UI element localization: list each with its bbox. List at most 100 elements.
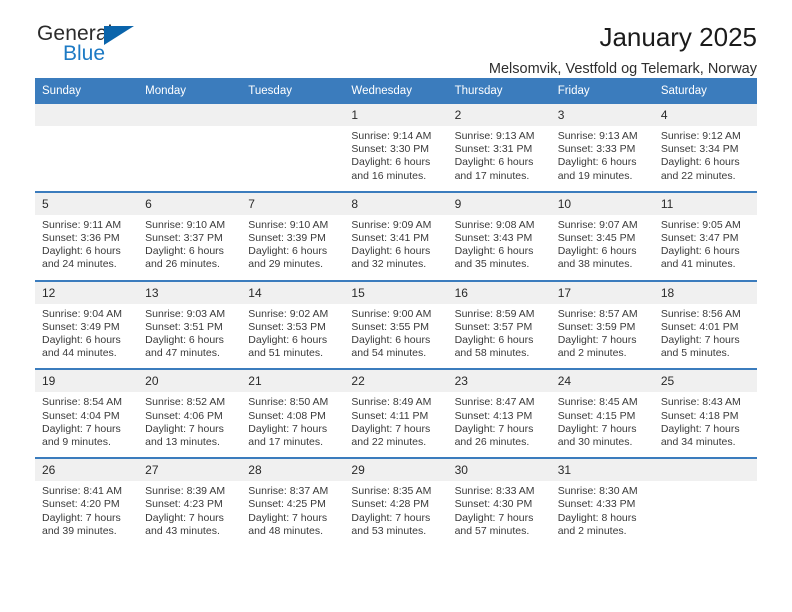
day-number-22[interactable]: 22 [344,370,447,392]
day-cell-8[interactable]: Sunrise: 9:09 AM Sunset: 3:41 PM Daylight:… [344,215,447,280]
weekday-header-tuesday: Tuesday [248,85,292,97]
day-number-7[interactable]: 7 [241,193,344,215]
weekday-header-sunday: Sunday [42,85,82,97]
day-detail-line: and 57 minutes. [454,524,530,537]
day-detail-line: Sunrise: 8:52 AM [145,396,226,409]
day-detail-line: and 30 minutes. [557,436,633,449]
day-detail-line: and 51 minutes. [248,347,323,360]
day-detail-line: Daylight: 6 hours [454,334,534,347]
day-number-1[interactable]: 1 [344,104,447,126]
day-cell-22[interactable]: Sunrise: 8:49 AM Sunset: 4:11 PM Daylight:… [344,392,447,457]
day-cell-18[interactable]: Sunrise: 8:56 AM Sunset: 4:01 PM Daylight:… [654,304,757,369]
day-cell-13[interactable]: Sunrise: 9:03 AM Sunset: 3:51 PM Daylight:… [138,304,241,369]
day-detail-line: and 35 minutes. [454,258,530,271]
day-number-15[interactable]: 15 [344,282,447,304]
day-number-26[interactable]: 26 [35,459,138,481]
day-detail-line: and 16 minutes. [351,169,427,182]
calendar-body: 1 2 3 4 Sunrise: 9:14 AM Sunset: 3:30 PM Dayli… [35,104,757,547]
day-detail-line: Sunrise: 8:49 AM [351,396,432,409]
day-number-13[interactable]: 13 [138,282,241,304]
day-number-31[interactable]: 31 [551,459,654,481]
day-cell-31[interactable]: Sunrise: 8:30 AM Sunset: 4:33 PM Daylight:… [551,481,654,546]
logo-triangle-icon [104,26,134,45]
day-cell-24[interactable]: Sunrise: 8:45 AM Sunset: 4:15 PM Daylight:… [551,392,654,457]
day-number-11[interactable]: 11 [654,193,757,215]
day-cell-23[interactable]: Sunrise: 8:47 AM Sunset: 4:13 PM Daylight:… [448,392,551,457]
day-detail-line: Daylight: 6 hours [351,245,431,258]
day-cell-26[interactable]: Sunrise: 8:41 AM Sunset: 4:20 PM Daylight:… [35,481,138,546]
day-detail-line: and 5 minutes. [660,347,730,360]
day-number-29[interactable]: 29 [344,459,447,481]
day-cell-19[interactable]: Sunrise: 8:54 AM Sunset: 4:04 PM Daylight:… [35,392,138,457]
day-number-24[interactable]: 24 [551,370,654,392]
day-cell-27[interactable]: Sunrise: 8:39 AM Sunset: 4:23 PM Daylight:… [138,481,241,546]
day-number-4[interactable]: 4 [654,104,757,126]
day-number-12[interactable]: 12 [35,282,138,304]
day-number-27[interactable]: 27 [138,459,241,481]
day-detail-line: Daylight: 7 hours [145,422,224,435]
weekday-header-monday: Monday [145,85,187,97]
day-detail-line: Sunset: 3:57 PM [454,320,533,333]
day-number-14[interactable]: 14 [241,282,344,304]
day-detail-line: Sunset: 3:36 PM [42,232,120,245]
day-detail-line: Sunset: 4:13 PM [454,409,533,422]
day-cell-empty [654,481,757,546]
day-cell-17[interactable]: Sunrise: 8:57 AM Sunset: 3:59 PM Daylight:… [551,304,654,369]
day-cell-12[interactable]: Sunrise: 9:04 AM Sunset: 3:49 PM Daylight:… [35,304,138,369]
day-cell-9[interactable]: Sunrise: 9:08 AM Sunset: 3:43 PM Daylight:… [448,215,551,280]
day-cell-10[interactable]: Sunrise: 9:07 AM Sunset: 3:45 PM Daylight:… [551,215,654,280]
day-number-3[interactable]: 3 [551,104,654,126]
general-blue-logo[interactable]: General Blue [35,22,165,72]
day-detail-line: and 17 minutes. [248,436,323,449]
day-number-10[interactable]: 10 [551,193,654,215]
day-cell-3[interactable]: Sunrise: 9:13 AM Sunset: 3:33 PM Daylight:… [551,126,654,191]
day-detail-line: Daylight: 7 hours [660,422,740,435]
day-cell-15[interactable]: Sunrise: 9:00 AM Sunset: 3:55 PM Daylight:… [344,304,447,369]
logo-text-blue: Blue [63,42,106,65]
day-number-6[interactable]: 6 [138,193,241,215]
day-number-19[interactable]: 19 [35,370,138,392]
day-cell-25[interactable]: Sunrise: 8:43 AM Sunset: 4:18 PM Daylight:… [654,392,757,457]
day-cell-6[interactable]: Sunrise: 9:10 AM Sunset: 3:37 PM Daylight:… [138,215,241,280]
day-number-17[interactable]: 17 [551,282,654,304]
day-cell-5[interactable]: Sunrise: 9:11 AM Sunset: 3:36 PM Daylight:… [35,215,138,280]
day-cell-29[interactable]: Sunrise: 8:35 AM Sunset: 4:28 PM Daylight:… [344,481,447,546]
day-cell-28[interactable]: Sunrise: 8:37 AM Sunset: 4:25 PM Daylight:… [241,481,344,546]
day-detail-line: Daylight: 6 hours [454,245,534,258]
day-detail-line: Sunrise: 9:07 AM [557,218,638,231]
day-detail-line: Sunrise: 8:35 AM [351,485,432,498]
day-detail-line: and 38 minutes. [557,258,633,271]
day-number-5[interactable]: 5 [35,193,138,215]
day-number-21[interactable]: 21 [241,370,344,392]
day-number-16[interactable]: 16 [448,282,551,304]
day-number-30[interactable]: 30 [448,459,551,481]
day-cell-30[interactable]: Sunrise: 8:33 AM Sunset: 4:30 PM Daylight:… [448,481,551,546]
day-detail-line: Daylight: 6 hours [557,156,637,169]
day-cell-7[interactable]: Sunrise: 9:10 AM Sunset: 3:39 PM Daylight:… [241,215,344,280]
day-detail-line: and 58 minutes. [454,347,530,360]
day-number-2[interactable]: 2 [448,104,551,126]
day-number-9[interactable]: 9 [448,193,551,215]
day-detail-line: Sunrise: 8:56 AM [660,307,741,320]
day-detail-line: Daylight: 6 hours [248,334,328,347]
day-number-8[interactable]: 8 [344,193,447,215]
day-cell-16[interactable]: Sunrise: 8:59 AM Sunset: 3:57 PM Daylight:… [448,304,551,369]
day-number-25[interactable]: 25 [654,370,757,392]
day-cell-21[interactable]: Sunrise: 8:50 AM Sunset: 4:08 PM Daylight:… [241,392,344,457]
calendar-grid: Sunday Monday Tuesday Wednesday Thursday Frid… [35,78,757,547]
day-cell-4[interactable]: Sunrise: 9:12 AM Sunset: 3:34 PM Daylight:… [654,126,757,191]
day-number-20[interactable]: 20 [138,370,241,392]
day-number-28[interactable]: 28 [241,459,344,481]
day-cell-1[interactable]: Sunrise: 9:14 AM Sunset: 3:30 PM Daylight:… [344,126,447,191]
day-detail-line: Sunset: 4:15 PM [557,409,636,422]
day-cell-11[interactable]: Sunrise: 9:05 AM Sunset: 3:47 PM Daylight:… [654,215,757,280]
day-detail-line: Sunset: 4:25 PM [248,498,326,511]
day-detail-line: Sunset: 3:53 PM [248,320,326,333]
day-cell-2[interactable]: Sunrise: 9:13 AM Sunset: 3:31 PM Daylight:… [448,126,551,191]
day-cell-20[interactable]: Sunrise: 8:52 AM Sunset: 4:06 PM Daylight:… [138,392,241,457]
day-number-23[interactable]: 23 [448,370,551,392]
day-cell-14[interactable]: Sunrise: 9:02 AM Sunset: 3:53 PM Daylight:… [241,304,344,369]
day-number-18[interactable]: 18 [654,282,757,304]
day-detail-line: Sunset: 3:59 PM [557,320,636,333]
day-detail-line: Daylight: 7 hours [248,511,328,524]
